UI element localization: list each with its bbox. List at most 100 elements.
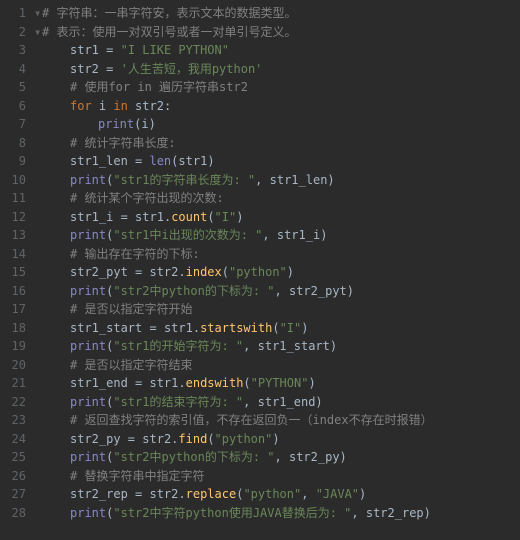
token-string: '人生苦短，我用python' (121, 62, 263, 76)
token-paren: ( (243, 376, 250, 390)
code-line[interactable]: ▾# 表示：使用一对双引号或者一对单引号定义。 (34, 23, 520, 42)
token-paren: ) (315, 395, 322, 409)
code-line-content: # 输出存在字符的下标: (42, 247, 200, 261)
token-ident: str1_start (70, 321, 142, 335)
code-line[interactable]: print("str1的开始字符为: ", str1_start) (34, 337, 520, 356)
code-line-content: print("str2中python的下标为: ", str2_py) (42, 450, 347, 464)
code-line[interactable]: print("str2中python的下标为: ", str2_py) (34, 448, 520, 467)
token-func: startswith (200, 321, 272, 335)
code-line[interactable]: # 是否以指定字符开始 (34, 300, 520, 319)
token-string: "JAVA" (316, 487, 359, 501)
fold-toggle-icon[interactable]: ▾ (34, 23, 42, 42)
token-paren: ) (236, 210, 243, 224)
token-builtin: print (70, 284, 106, 298)
code-line[interactable]: # 是否以指定字符结束 (34, 356, 520, 375)
token-string: "I LIKE PYTHON" (121, 43, 229, 57)
token-func: index (186, 265, 222, 279)
line-number: 3 (0, 41, 26, 60)
code-line[interactable]: str1_start = str1.startswith("I") (34, 319, 520, 338)
token-comment: # 返回查找字符的索引值，不存在返回负一（index不存在时报错） (70, 413, 433, 427)
token-ident: str2 (149, 265, 178, 279)
token-comment: # 是否以指定字符结束 (70, 358, 192, 372)
token-eq: = (121, 432, 143, 446)
code-line-content: str1 = "I LIKE PYTHON" (42, 43, 229, 57)
code-line[interactable]: # 返回查找字符的索引值，不存在返回负一（index不存在时报错） (34, 411, 520, 430)
token-ident: str2_rep (70, 487, 128, 501)
token-string: "PYTHON" (251, 376, 309, 390)
token-paren: : (164, 99, 171, 113)
code-area[interactable]: ▾# 字符串：一串字符安，表示文本的数据类型。▾# 表示：使用一对双引号或者一对… (34, 4, 520, 540)
token-builtin: print (70, 450, 106, 464)
token-builtin: print (98, 117, 134, 131)
token-paren: . (193, 321, 200, 335)
code-line-content: # 字符串：一串字符安，表示文本的数据类型。 (42, 6, 296, 20)
line-number: 19 (0, 337, 26, 356)
line-number: 15 (0, 263, 26, 282)
token-string: "str1的结束字符为: " (113, 395, 243, 409)
code-line-content: str1_i = str1.count("I") (42, 210, 243, 224)
token-paren: , (255, 173, 269, 187)
code-line[interactable]: str2_py = str2.find("python") (34, 430, 520, 449)
line-number-gutter: 1234567891011121314151617181920212223242… (0, 4, 34, 540)
code-line-content: print("str1中i出现的次数为: ", str1_i) (42, 228, 327, 242)
token-ident: str1 (135, 210, 164, 224)
code-line[interactable]: # 输出存在字符的下标: (34, 245, 520, 264)
token-eq: = (99, 62, 121, 76)
code-line[interactable]: # 统计某个字符出现的次数: (34, 189, 520, 208)
code-line[interactable]: print("str2中字符python使用JAVA替换后为: ", str2_… (34, 504, 520, 523)
token-eq: = (99, 43, 121, 57)
token-ident: str2_pyt (70, 265, 128, 279)
token-paren: ) (272, 432, 279, 446)
token-eq: = (128, 154, 150, 168)
code-line[interactable]: print("str1的结束字符为: ", str1_end) (34, 393, 520, 412)
token-string: "python" (215, 432, 273, 446)
token-comment: # 表示：使用一对双引号或者一对单引号定义。 (42, 25, 296, 39)
line-number: 8 (0, 134, 26, 153)
code-line[interactable]: print("str2中python的下标为: ", str2_pyt) (34, 282, 520, 301)
code-line-content: # 使用for in 遍历字符串str2 (42, 80, 248, 94)
token-eq: = (128, 376, 150, 390)
line-number: 7 (0, 115, 26, 134)
code-line[interactable]: str1_len = len(str1) (34, 152, 520, 171)
token-paren: ( (207, 210, 214, 224)
code-editor[interactable]: 1234567891011121314151617181920212223242… (0, 0, 520, 540)
code-line[interactable]: # 使用for in 遍历字符串str2 (34, 78, 520, 97)
token-paren: , (275, 284, 289, 298)
code-line[interactable]: str2_pyt = str2.index("python") (34, 263, 520, 282)
token-comment: # 是否以指定字符开始 (70, 302, 192, 316)
code-line[interactable]: str1_end = str1.endswith("PYTHON") (34, 374, 520, 393)
token-paren: ( (207, 432, 214, 446)
token-paren: , (243, 339, 257, 353)
code-line[interactable]: for i in str2: (34, 97, 520, 116)
token-ident: str2 (135, 99, 164, 113)
token-string: "I" (215, 210, 237, 224)
token-comment: # 替换字符串中指定字符 (70, 469, 204, 483)
code-line[interactable]: str2 = '人生苦短，我用python' (34, 60, 520, 79)
token-builtin: print (70, 395, 106, 409)
line-number: 9 (0, 152, 26, 171)
token-paren: . (178, 265, 185, 279)
code-line[interactable]: print("str1中i出现的次数为: ", str1_i) (34, 226, 520, 245)
code-line-content: print("str1的字符串长度为: ", str1_len) (42, 173, 335, 187)
line-number: 6 (0, 97, 26, 116)
code-line[interactable]: # 替换字符串中指定字符 (34, 467, 520, 486)
token-comment: # 统计字符串长度: (70, 136, 176, 150)
token-paren: ) (424, 506, 431, 520)
code-line[interactable]: print(i) (34, 115, 520, 134)
code-line-content: for i in str2: (42, 99, 171, 113)
token-string: "str1中i出现的次数为: " (113, 228, 262, 242)
token-eq: = (128, 265, 150, 279)
code-line[interactable]: str1 = "I LIKE PYTHON" (34, 41, 520, 60)
fold-toggle-icon[interactable]: ▾ (34, 4, 42, 23)
code-line-content: print("str2中字符python使用JAVA替换后为: ", str2_… (42, 506, 431, 520)
code-line[interactable]: str1_i = str1.count("I") (34, 208, 520, 227)
code-line[interactable]: str2_rep = str2.replace("python", "JAVA"… (34, 485, 520, 504)
code-line[interactable]: ▾# 字符串：一串字符安，表示文本的数据类型。 (34, 4, 520, 23)
code-line-content: str1_end = str1.endswith("PYTHON") (42, 376, 316, 390)
line-number: 21 (0, 374, 26, 393)
code-line-content: # 替换字符串中指定字符 (42, 469, 204, 483)
code-line[interactable]: print("str1的字符串长度为: ", str1_len) (34, 171, 520, 190)
line-number: 5 (0, 78, 26, 97)
code-line-content: # 表示：使用一对双引号或者一对单引号定义。 (42, 25, 296, 39)
code-line[interactable]: # 统计字符串长度: (34, 134, 520, 153)
